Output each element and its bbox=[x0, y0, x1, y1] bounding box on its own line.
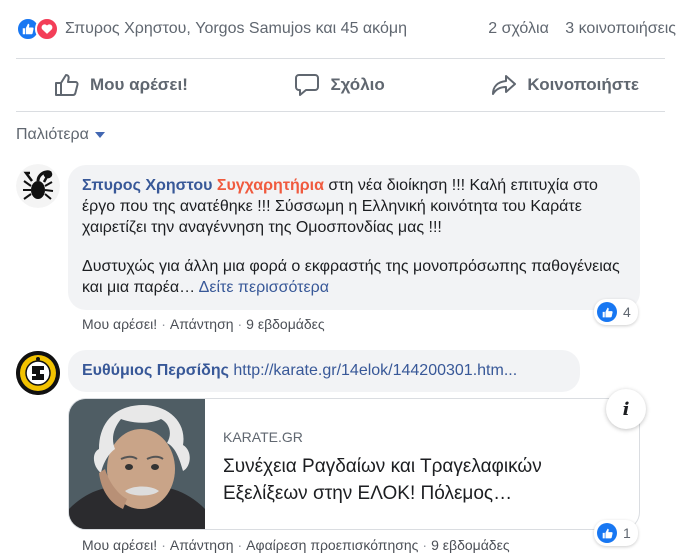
comment-reaction-count[interactable]: 1 bbox=[594, 520, 638, 546]
avatar[interactable] bbox=[16, 351, 60, 395]
like-reaction-icon bbox=[597, 523, 617, 543]
scorpion-avatar-image bbox=[16, 164, 60, 208]
separator: · bbox=[161, 316, 166, 332]
thumbs-up-icon bbox=[55, 74, 79, 96]
comment-body-2: Δυστυχώς για άλλη μια φορά ο εκφραστής τ… bbox=[82, 258, 620, 296]
like-button[interactable]: Μου αρέσει! bbox=[16, 59, 220, 111]
comment-count[interactable]: 2 σχόλια bbox=[488, 20, 549, 37]
portrait-image bbox=[69, 399, 205, 529]
summary-counts: 2 σχόλια 3 κοινοποιήσεις bbox=[488, 20, 676, 38]
comment-button[interactable]: Σχόλιο bbox=[262, 59, 416, 111]
like-reaction-icon bbox=[597, 302, 617, 322]
share-button-label: Κοινοποιήστε bbox=[527, 75, 639, 94]
comment-reaction-count[interactable]: 4 bbox=[594, 299, 638, 325]
reactor-names[interactable]: Σπυρος Χρηστου, Yorgos Samujos και 45 ακ… bbox=[65, 20, 407, 38]
love-reaction-icon bbox=[35, 17, 59, 41]
comment-timestamp[interactable]: 9 εβδομάδες bbox=[431, 537, 510, 553]
post-action-bar: Μου αρέσει! Σχόλιο Κοινοποιήστε bbox=[16, 58, 665, 112]
comment-meta: Μου αρέσει! · Απάντηση · 9 εβδομάδες bbox=[82, 316, 325, 332]
share-arrow-icon bbox=[492, 75, 517, 95]
reaction-count-number: 4 bbox=[623, 304, 631, 320]
like-button-label: Μου αρέσει! bbox=[90, 75, 188, 94]
preview-domain: KARATE.GR bbox=[223, 429, 303, 445]
comment-url-link[interactable]: http://karate.gr/14elok/144200301.htm... bbox=[233, 362, 517, 379]
share-count[interactable]: 3 κοινοποιήσεις bbox=[565, 20, 676, 37]
comment-like-link[interactable]: Μου αρέσει! bbox=[82, 316, 157, 332]
comment-order-label: Παλιότερα bbox=[16, 126, 89, 143]
remove-preview-link[interactable]: Αφαίρεση προεπισκόπησης bbox=[246, 537, 418, 553]
comment-paragraph-2: Δυστυχώς για άλλη μια φορά ο εκφραστής τ… bbox=[82, 256, 626, 298]
reaction-icons[interactable] bbox=[16, 17, 59, 41]
comment-meta: Μου αρέσει! · Απάντηση · Αφαίρεση προεπισκόπ… bbox=[82, 537, 510, 553]
preview-thumbnail bbox=[69, 399, 205, 529]
comment-bubble: Ευθύμιος Περσίδης http://karate.gr/14elo… bbox=[68, 350, 580, 392]
comment-order-dropdown[interactable]: Παλιότερα bbox=[16, 126, 105, 144]
separator: · bbox=[161, 537, 166, 553]
see-more-link[interactable]: Δείτε περισσότερα bbox=[199, 279, 329, 296]
comment-reply-link[interactable]: Απάντηση bbox=[170, 537, 234, 553]
comment-author[interactable]: Ευθύμιος Περσίδης bbox=[82, 362, 229, 379]
avatar[interactable] bbox=[16, 164, 60, 208]
caret-down-icon bbox=[94, 132, 105, 138]
comment-text: Σπυρος Χρηστου Συγχαρητήρια στη νέα διοί… bbox=[82, 175, 626, 238]
comment-author[interactable]: Σπυρος Χρηστου bbox=[82, 177, 212, 194]
reaction-count-number: 1 bbox=[623, 525, 631, 541]
speech-bubble-icon bbox=[295, 74, 320, 96]
link-preview-card[interactable]: KARATE.GR Συνέχεια Ραγδαίων και Τραγελαφ… bbox=[68, 398, 640, 530]
karate-logo-avatar-image bbox=[16, 351, 60, 395]
comment-timestamp[interactable]: 9 εβδομάδες bbox=[246, 316, 325, 332]
separator: · bbox=[237, 316, 243, 332]
preview-title[interactable]: Συνέχεια Ραγδαίων και Τραγελαφικών Εξελί… bbox=[223, 453, 623, 507]
separator: · bbox=[422, 537, 428, 553]
separator: · bbox=[237, 537, 243, 553]
highlighted-word: Συγχαρητήρια bbox=[216, 177, 324, 194]
comment-like-link[interactable]: Μου αρέσει! bbox=[82, 537, 157, 553]
info-icon[interactable]: i bbox=[606, 389, 646, 429]
share-button[interactable]: Κοινοποιήστε bbox=[459, 59, 665, 111]
reaction-summary: Σπυρος Χρηστου, Yorgos Samujos και 45 ακ… bbox=[16, 14, 676, 44]
comment-button-label: Σχόλιο bbox=[330, 75, 385, 94]
comment-reply-link[interactable]: Απάντηση bbox=[170, 316, 234, 332]
comment-bubble: Σπυρος Χρηστου Συγχαρητήρια στη νέα διοί… bbox=[68, 165, 640, 310]
